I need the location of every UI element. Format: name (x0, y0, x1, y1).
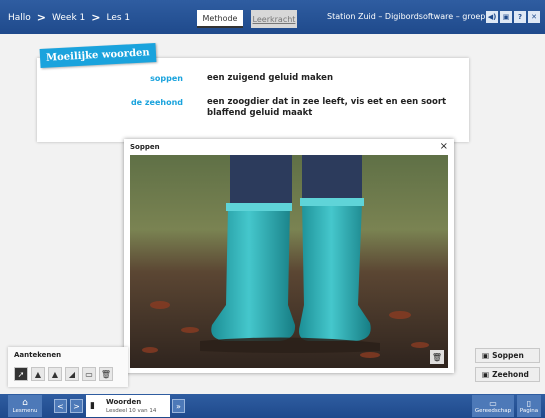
bottom-bar: ⌂ Lesmenu < > ▮ Woorden Lesdeel 10 van 1… (0, 394, 545, 418)
pagina-label: Pagina (519, 407, 539, 414)
window-controls: ◀) ▣ ? ✕ (486, 11, 540, 23)
cursor-tool-icon[interactable]: ➚ (14, 367, 28, 381)
definition-zeehond: een zoogdier dat in zee leeft, vis eet e… (207, 97, 447, 118)
annotate-panel: Aantekenen ➚ ▲ ▲ ◢ ▭ 🗑 (8, 347, 128, 387)
tab-methode[interactable]: Methode (197, 10, 243, 28)
zeehond-button-label: Zeehond (492, 370, 529, 379)
tab-leerkracht[interactable]: Leerkracht (251, 10, 297, 28)
breadcrumb-separator: > (36, 11, 47, 24)
soppen-button[interactable]: ▣ Soppen (475, 348, 540, 363)
breadcrumb-les[interactable]: Les 1 (106, 13, 130, 23)
word-buttons: ▣ Soppen ▣ Zeehond (475, 348, 540, 382)
lesson-info: ▮ Woorden Lesdeel 10 van 14 (86, 395, 170, 417)
lesson-title: Woorden (106, 398, 142, 406)
next-button[interactable]: > (70, 399, 83, 413)
gereedschap-button[interactable]: ▭ Gereedschap (472, 395, 514, 417)
pen-tool-icon[interactable]: ▲ (31, 367, 45, 381)
lesmenu-button[interactable]: ⌂ Lesmenu (8, 395, 42, 417)
trash-tool-icon[interactable]: 🗑 (99, 367, 113, 381)
trash-icon[interactable]: 🗑 (430, 350, 444, 364)
document-icon: ▮ (90, 401, 95, 411)
app-title: Station Zuid – Digibordsoftware – groep … (327, 12, 493, 21)
image-icon: ▣ (482, 351, 490, 360)
page-icon: ▯ (526, 398, 532, 408)
zeehond-button[interactable]: ▣ Zeehond (475, 367, 540, 382)
difficult-words-card: soppen een zuigend geluid maken de zeeho… (37, 58, 469, 142)
image-icon: ▣ (482, 370, 490, 379)
soppen-button-label: Soppen (492, 351, 524, 360)
breadcrumb-separator: > (91, 11, 101, 24)
image-popup: Soppen × 🗑 (124, 139, 454, 373)
highlighter-tool-icon[interactable]: ◢ (65, 367, 79, 381)
word-zeehond: de zeehond (130, 98, 183, 107)
lesmenu-label: Lesmenu (12, 408, 38, 414)
forward-button[interactable]: » (172, 399, 185, 413)
breadcrumb: Hallo > Week 1 > Les 1 (8, 11, 130, 24)
annotate-tools: ➚ ▲ ▲ ◢ ▭ 🗑 (14, 367, 113, 381)
word-soppen: soppen (150, 74, 183, 83)
prev-button[interactable]: < (54, 399, 67, 413)
boots-illustration (130, 155, 448, 368)
help-icon[interactable]: ? (514, 11, 526, 23)
toolbox-icon: ▭ (489, 398, 497, 408)
lesson-subtitle: Lesdeel 10 van 14 (106, 408, 157, 414)
popup-title: Soppen (130, 143, 160, 151)
home-icon: ⌂ (22, 398, 28, 408)
marker-tool-icon[interactable]: ▲ (48, 367, 62, 381)
breadcrumb-hallo[interactable]: Hallo (8, 13, 31, 23)
top-bar: Hallo > Week 1 > Les 1 Methode Leerkrach… (0, 0, 545, 34)
definition-soppen: een zuigend geluid maken (207, 73, 334, 83)
breadcrumb-week[interactable]: Week 1 (52, 13, 85, 23)
boots-photo: 🗑 (130, 155, 448, 368)
window-icon[interactable]: ▣ (500, 11, 512, 23)
annotate-title: Aantekenen (14, 351, 62, 359)
eraser-tool-icon[interactable]: ▭ (82, 367, 96, 381)
popup-close-button[interactable]: × (440, 141, 448, 152)
gereedschap-label: Gereedschap (474, 407, 512, 414)
speaker-icon[interactable]: ◀) (486, 11, 498, 23)
close-icon[interactable]: ✕ (528, 11, 540, 23)
pagina-button[interactable]: ▯ Pagina (517, 395, 541, 417)
